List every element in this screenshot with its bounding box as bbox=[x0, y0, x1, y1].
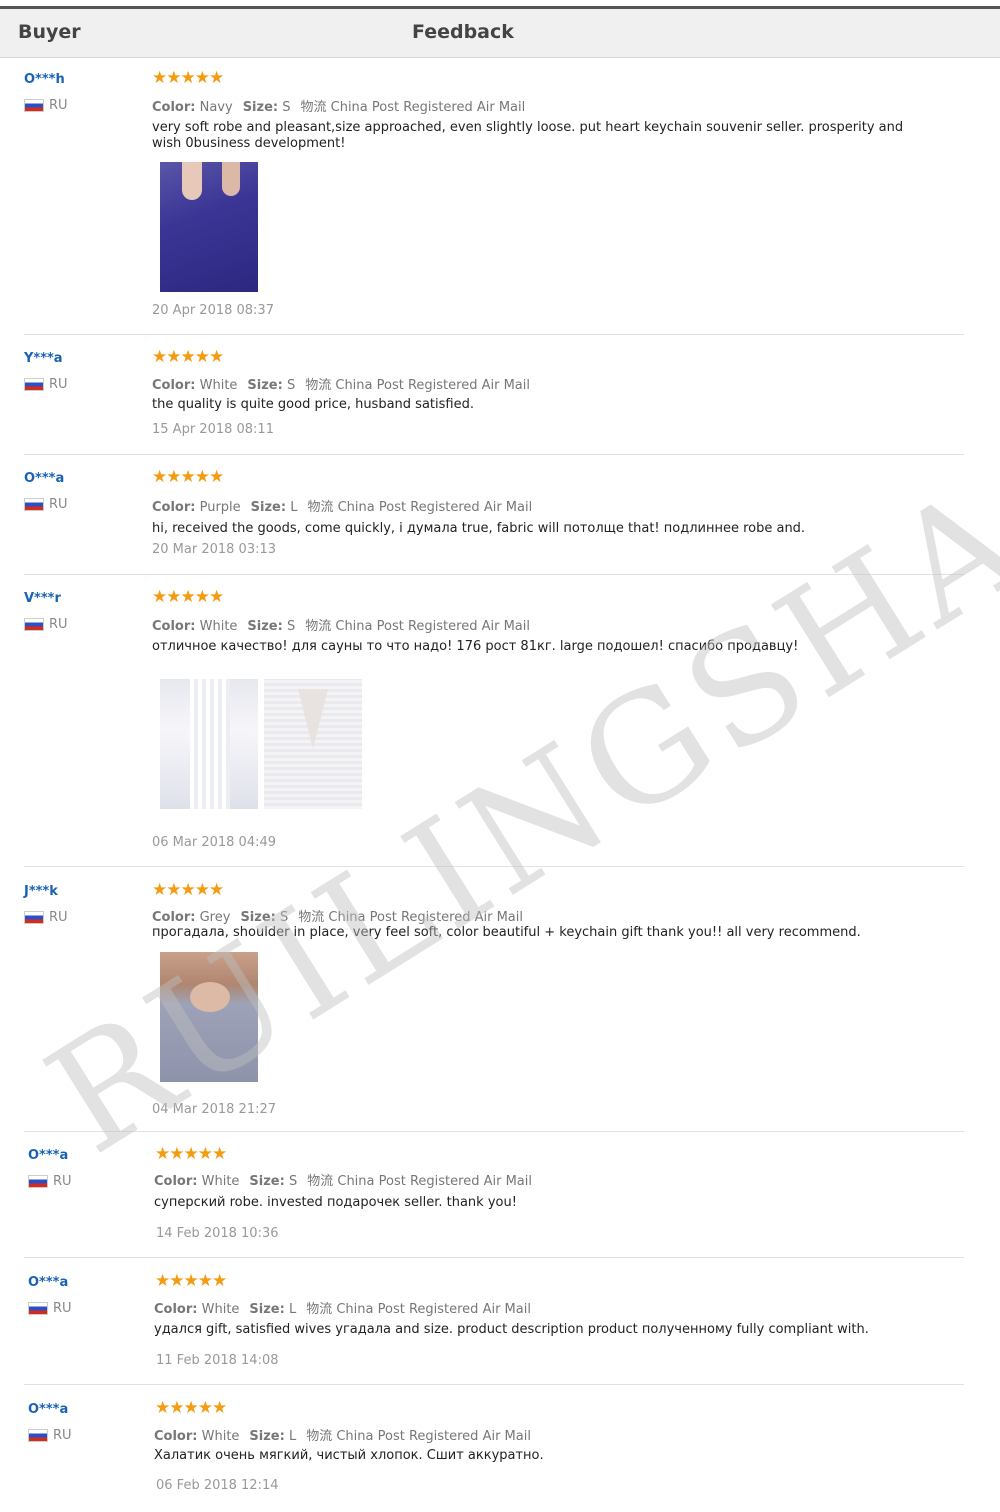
buyer-name[interactable]: O***a bbox=[28, 1275, 68, 1290]
buyer-country: RU bbox=[28, 1428, 72, 1443]
country-code: RU bbox=[53, 1174, 72, 1189]
order-details: Color: White Size: S 物流 China Post Registe… bbox=[154, 1174, 532, 1189]
review-photo[interactable] bbox=[160, 162, 258, 292]
review-date: 15 Apr 2018 08:11 bbox=[152, 422, 274, 437]
buyer-country: RU bbox=[24, 497, 68, 512]
country-code: RU bbox=[53, 1301, 72, 1316]
buyer-country: RU bbox=[24, 98, 68, 113]
order-details: Color: White Size: L 物流 China Post Registe… bbox=[154, 1302, 531, 1317]
country-code: RU bbox=[49, 910, 68, 925]
order-details: Color: Purple Size: L 物流 China Post Regist… bbox=[152, 500, 533, 515]
buyer-country: RU bbox=[28, 1301, 72, 1316]
review-comment: the quality is quite good price, husband… bbox=[152, 397, 474, 412]
table-header: Buyer Feedback bbox=[0, 9, 1000, 58]
review-date: 06 Mar 2018 04:49 bbox=[152, 835, 277, 850]
russia-flag-icon bbox=[24, 911, 44, 924]
order-details: Color: White Size: S 物流 China Post Registe… bbox=[152, 619, 530, 634]
review-date: 20 Apr 2018 08:37 bbox=[152, 303, 274, 318]
buyer-name[interactable]: O***a bbox=[24, 471, 64, 486]
russia-flag-icon bbox=[28, 1175, 48, 1188]
star-rating: ★★★★★ bbox=[152, 467, 224, 487]
buyer-country: RU bbox=[24, 910, 68, 925]
review-date: 04 Mar 2018 21:27 bbox=[152, 1102, 277, 1117]
review-photo[interactable] bbox=[160, 952, 258, 1082]
buyer-country: RU bbox=[28, 1174, 72, 1189]
order-details: Color: Grey Size: S 物流 China Post Register… bbox=[152, 910, 523, 925]
star-rating: ★★★★★ bbox=[152, 347, 224, 367]
country-code: RU bbox=[49, 497, 68, 512]
review-date: 14 Feb 2018 10:36 bbox=[156, 1226, 279, 1241]
feedback-column-header: Feedback bbox=[412, 21, 514, 43]
order-details: Color: White Size: S 物流 China Post Registe… bbox=[152, 378, 530, 393]
star-rating: ★★★★★ bbox=[155, 1398, 227, 1418]
review-comment: удался gift, satisfied wives угадала and… bbox=[154, 1322, 869, 1337]
russia-flag-icon bbox=[24, 498, 44, 511]
review-photo[interactable] bbox=[264, 679, 362, 809]
buyer-column-header: Buyer bbox=[18, 21, 81, 43]
review-date: 06 Feb 2018 12:14 bbox=[156, 1478, 279, 1493]
country-code: RU bbox=[49, 98, 68, 113]
row-divider bbox=[24, 1257, 964, 1258]
russia-flag-icon bbox=[24, 378, 44, 391]
order-details: Color: White Size: L 物流 China Post Registe… bbox=[154, 1429, 531, 1444]
buyer-name[interactable]: Y***a bbox=[24, 351, 63, 366]
review-date: 20 Mar 2018 03:13 bbox=[152, 542, 277, 557]
buyer-country: RU bbox=[24, 377, 68, 392]
buyer-name[interactable]: O***a bbox=[28, 1148, 68, 1163]
star-rating: ★★★★★ bbox=[155, 1144, 227, 1164]
top-border bbox=[0, 0, 1000, 9]
buyer-name[interactable]: J***k bbox=[24, 884, 58, 899]
row-divider bbox=[24, 1131, 964, 1132]
russia-flag-icon bbox=[28, 1302, 48, 1315]
country-code: RU bbox=[49, 617, 68, 632]
row-divider bbox=[24, 866, 964, 867]
country-code: RU bbox=[53, 1428, 72, 1443]
buyer-name[interactable]: O***a bbox=[28, 1402, 68, 1417]
review-comment: hi, received the goods, come quickly, i … bbox=[152, 521, 806, 536]
review-comment: отличное качество! для сауны то что надо… bbox=[152, 639, 799, 654]
buyer-country: RU bbox=[24, 617, 68, 632]
star-rating: ★★★★★ bbox=[152, 880, 224, 900]
review-comment: прогадала, shoulder in place, very feel … bbox=[152, 925, 861, 940]
row-divider bbox=[24, 454, 964, 455]
row-divider bbox=[24, 574, 964, 575]
review-comment: very soft robe and pleasant,size approac… bbox=[152, 120, 904, 151]
russia-flag-icon bbox=[24, 618, 44, 631]
star-rating: ★★★★★ bbox=[155, 1271, 227, 1291]
russia-flag-icon bbox=[24, 99, 44, 112]
review-comment: суперский robe. invested подарочек selle… bbox=[154, 1195, 517, 1210]
buyer-name[interactable]: O***h bbox=[24, 72, 65, 87]
row-divider bbox=[24, 334, 964, 335]
star-rating: ★★★★★ bbox=[152, 68, 224, 88]
russia-flag-icon bbox=[28, 1429, 48, 1442]
row-divider bbox=[24, 1384, 964, 1385]
country-code: RU bbox=[49, 377, 68, 392]
buyer-name[interactable]: V***r bbox=[24, 591, 61, 606]
review-date: 11 Feb 2018 14:08 bbox=[156, 1353, 279, 1368]
review-comment: Халатик очень мягкий, чистый хлопок. Сши… bbox=[154, 1448, 544, 1463]
review-photo[interactable] bbox=[160, 679, 258, 809]
star-rating: ★★★★★ bbox=[152, 587, 224, 607]
order-details: Color: Navy Size: S 物流 China Post Register… bbox=[152, 100, 526, 115]
